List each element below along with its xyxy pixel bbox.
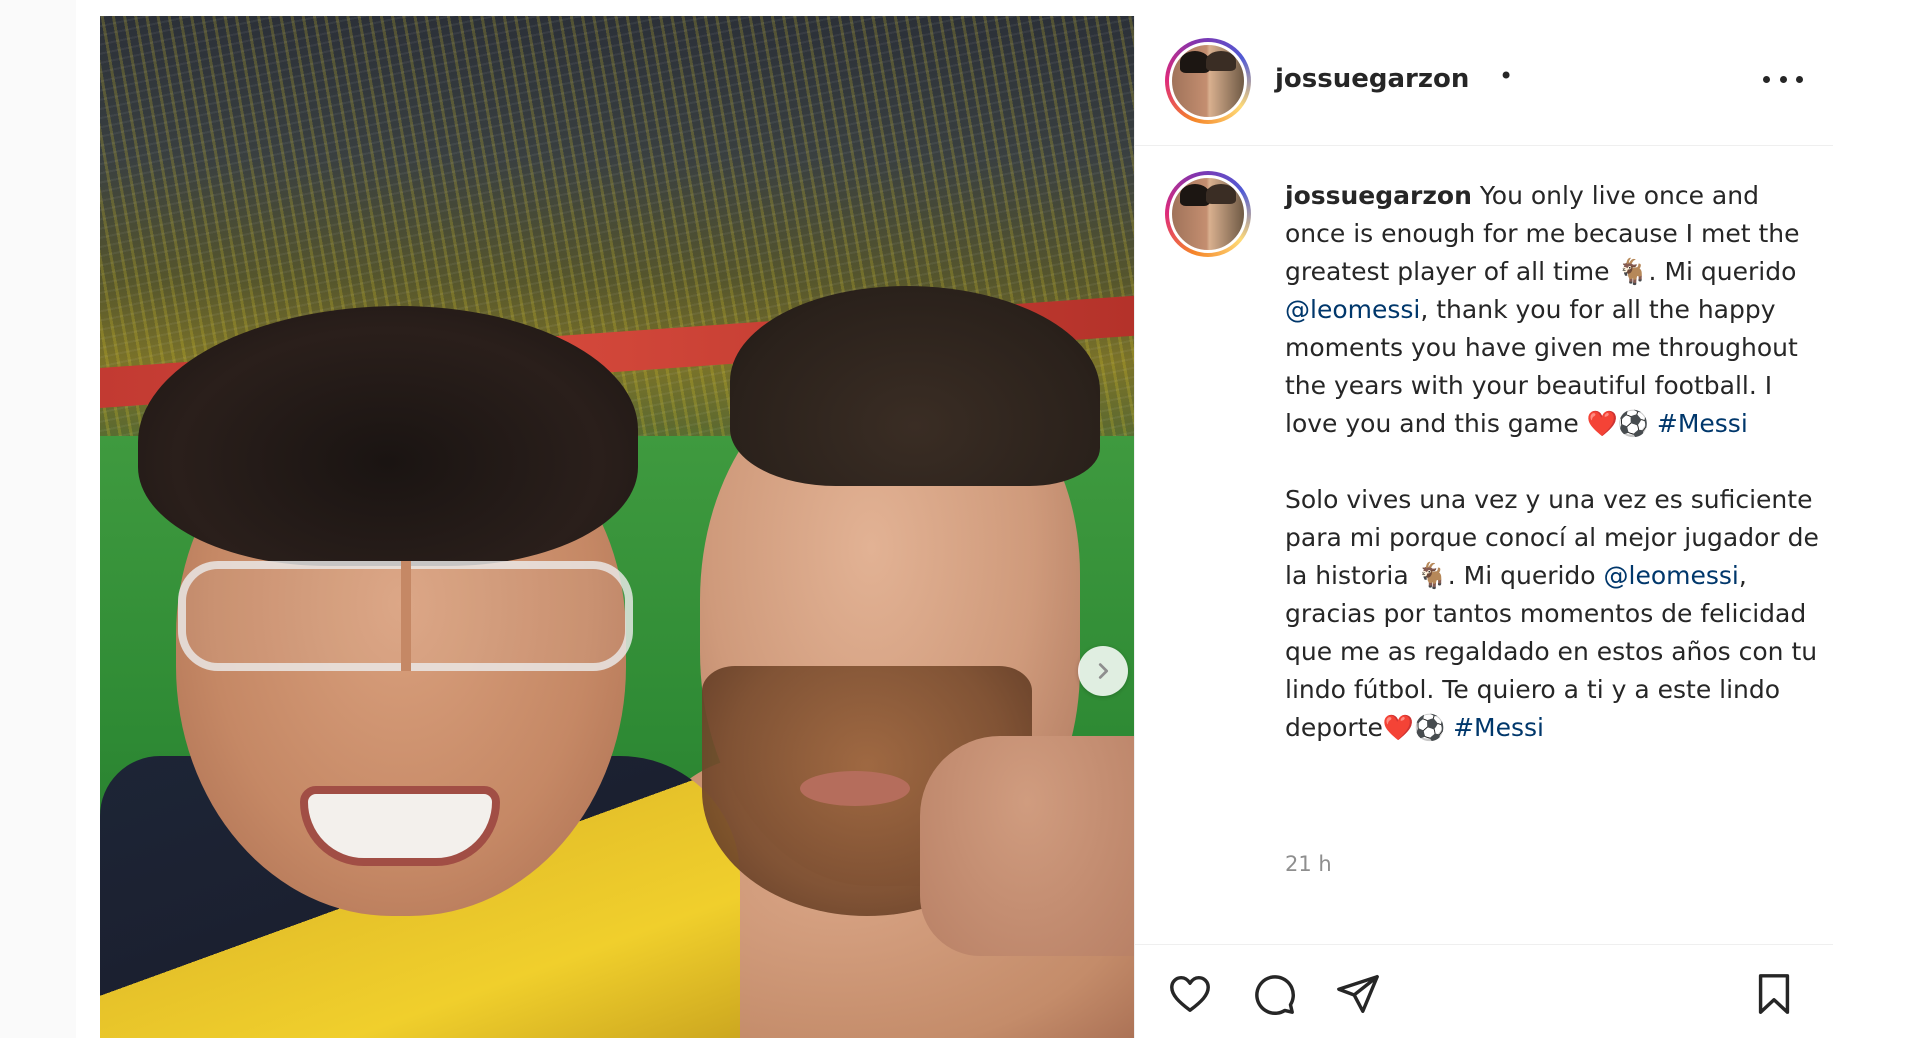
person-right-mouth [800,771,910,806]
bookmark-icon [1758,974,1790,1014]
instagram-post: jossuegarzon • jossuegarzon You only liv… [100,16,1833,1038]
more-options-button[interactable] [1763,64,1803,94]
caption-username-link[interactable]: jossuegarzon [1285,181,1472,210]
post-timestamp[interactable]: 21 h [1285,852,1332,876]
comment-icon [1255,975,1295,1015]
post-side-panel: jossuegarzon • jossuegarzon You only liv… [1134,16,1833,1038]
share-button[interactable] [1333,969,1383,1019]
save-button[interactable] [1749,969,1799,1019]
caption-text: jossuegarzon You only live once and once… [1285,177,1825,747]
chevron-right-icon [1098,663,1109,679]
header-separator-dot: • [1499,62,1514,90]
more-options-icon [1763,75,1770,83]
page-gutter-right [1832,0,1920,1038]
caption-avatar[interactable] [1165,171,1251,257]
comment-button[interactable] [1249,969,1299,1019]
post-header: jossuegarzon • [1135,16,1833,146]
paper-plane-icon [1337,975,1379,1013]
post-actions-bar [1135,944,1833,1038]
mention-link[interactable]: @leomessi [1604,561,1739,590]
person-left-glasses [178,561,633,671]
like-button[interactable] [1165,969,1215,1019]
person-left-mouth [300,786,500,866]
hashtag-link[interactable]: #Messi [1453,713,1544,742]
page-gutter-left [0,0,76,1038]
post-photo[interactable] [100,16,1134,1038]
avatar[interactable] [1165,38,1251,124]
person-right-arm [920,736,1134,956]
mention-link[interactable]: @leomessi [1285,295,1420,324]
hashtag-link[interactable]: #Messi [1657,409,1748,438]
username-link[interactable]: jossuegarzon [1275,64,1469,94]
post-caption-area: jossuegarzon You only live once and once… [1135,147,1833,943]
heart-icon [1170,975,1210,1013]
next-photo-button[interactable] [1078,646,1128,696]
